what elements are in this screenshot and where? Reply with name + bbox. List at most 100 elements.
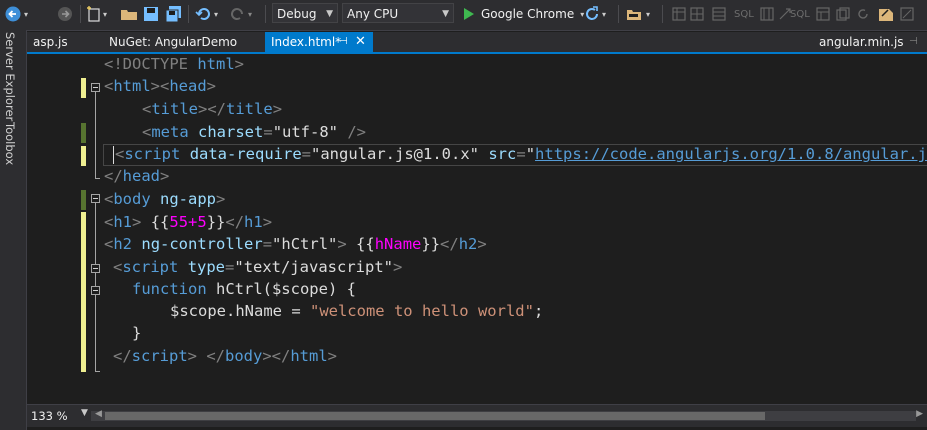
copy-icon[interactable] [836,4,850,24]
grid-icon[interactable] [690,4,704,24]
redo-icon [231,8,243,20]
platform-select[interactable]: Any CPU ▼ [342,3,454,23]
table-icon[interactable] [712,4,726,24]
collapse-html-icon[interactable] [91,83,100,92]
forward-button[interactable] [56,4,74,24]
code-line: <script type="text/javascript"> [113,258,403,276]
code-line-current: <script data-require="angular.js@1.0.x" … [113,143,927,165]
scroll-right-icon[interactable]: ▶ [916,409,923,419]
change-marker-saved [81,212,86,372]
editor-bottom-bar: 133 % ▼ ◀ ▶ [27,404,927,427]
code-line: </script> </body></html> [113,347,338,365]
refresh-browser-button[interactable] [584,4,600,24]
chevron-down-icon: ▼ [442,9,449,19]
back-button[interactable] [4,4,22,24]
save-all-button[interactable] [165,4,183,24]
pin-icon[interactable]: ⊣ [339,32,348,52]
redo-button[interactable] [230,4,246,24]
code-line: <meta charset="utf-8" /> [142,123,367,141]
document-tab-bar: asp.js NuGet: AngularDemo Index.html* ⊣ … [27,32,927,52]
back-dropdown-arrow[interactable]: ▾ [24,4,28,24]
collapse-script-icon[interactable] [91,264,100,273]
undo-icon [195,8,210,20]
outline-end [95,178,100,179]
change-marker-unsaved [81,190,86,210]
refresh-dropdown[interactable]: ▾ [602,4,606,24]
schema-icon[interactable] [816,4,830,24]
scroll-left-icon[interactable]: ◀ [95,409,102,419]
open-file-button[interactable] [120,4,138,24]
outline-guide [95,92,96,178]
tab-index-html[interactable]: Index.html* ⊣ ✕ [265,32,373,52]
schema-compare-icon[interactable] [672,4,686,24]
scrollbar-thumb[interactable] [105,412,765,420]
change-marker-saved [81,146,86,166]
comment-icon [879,9,893,21]
configuration-value: Debug [277,7,317,21]
forward-arrow-icon [58,7,72,21]
horizontal-scrollbar[interactable] [91,411,916,421]
folder-link-icon [627,10,641,20]
code-line: $scope.hName = "welcome to hello world"; [170,302,544,320]
redo-dropdown[interactable]: ▾ [248,4,252,24]
run-target-label: Google Chrome [481,7,575,21]
tab-label: asp.js [33,35,68,49]
server-explorer-tab[interactable]: Server Explorer [3,32,17,121]
sql-editor-button[interactable]: SQL [790,4,810,24]
code-line: <title></title> [142,100,283,118]
toolbar-overflow[interactable]: ▾ [646,4,650,24]
start-debugging-button[interactable]: Google Chrome ▾ [462,4,584,24]
chevron-down-icon: ▼ [326,9,333,19]
change-marker-unsaved [81,123,86,143]
back-arrow-icon [5,6,21,22]
tab-nuget-angulardemo[interactable]: NuGet: AngularDemo [103,32,263,52]
toolbar-separator [188,5,189,23]
collapse-body-icon[interactable] [91,194,100,203]
code-line: } [132,324,142,342]
refresh-icon [586,6,598,20]
refresh-db-icon[interactable] [856,4,870,24]
new-project-dropdown[interactable]: ▾ [103,4,107,24]
outline-guide [95,295,96,371]
new-project-button[interactable] [86,4,102,24]
pin-icon[interactable]: ⊣ [909,32,918,52]
code-line: <body ng-app> [104,190,226,208]
tab-label: Index.html* [271,35,342,49]
undo-button[interactable] [195,4,211,24]
close-icon[interactable]: ✕ [355,32,366,52]
code-line: </head> [104,167,170,185]
save-button[interactable] [143,4,159,24]
undo-dropdown[interactable]: ▾ [214,4,218,24]
toolbox-tab[interactable]: Toolbox [3,122,17,165]
toolbar-separator [80,5,81,23]
outline-guide [95,203,96,264]
chevron-down-icon[interactable]: ▼ [81,408,88,418]
tab-angular-min-js[interactable]: angular.min.js ⊣ [813,32,923,52]
sql-label: SQL [734,8,754,20]
toolbar-separator [618,5,619,23]
change-marker-saved [81,78,86,98]
new-project-icon [87,6,100,22]
browser-link-button[interactable] [626,4,642,24]
side-tool-window-strip: Server Explorer Toolbox [0,30,27,430]
tab-label: NuGet: AngularDemo [109,35,238,49]
comment-button[interactable] [878,4,894,24]
configuration-select[interactable]: Debug ▼ [272,3,338,23]
save-icon [144,7,158,21]
collapse-function-icon[interactable] [91,286,100,295]
code-editor[interactable]: <!DOCTYPE html> <html><head> <title></ti… [27,54,927,404]
zoom-level[interactable]: 133 % [31,409,68,423]
text-cursor [113,145,114,164]
sql-query-button[interactable]: SQL [734,4,754,24]
platform-value: Any CPU [347,7,399,21]
save-all-icon [165,6,181,22]
uncomment-icon[interactable] [900,4,914,24]
outline-end [95,371,100,372]
tab-asp-js[interactable]: asp.js [27,32,101,52]
code-line: function hCtrl($scope) { [132,280,356,298]
toolbar-separator [662,5,663,23]
sql-label: SQL [790,8,810,20]
data-compare-icon[interactable] [760,4,774,24]
folder-open-icon [121,10,137,20]
url-link[interactable]: https://code.angularjs.org/1.0.8/angular… [535,145,927,163]
